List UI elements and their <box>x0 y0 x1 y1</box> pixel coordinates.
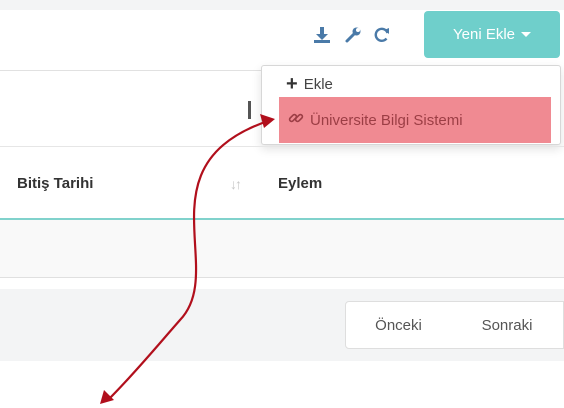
annotation-arrow <box>100 114 275 404</box>
arrow-head-top <box>260 114 275 128</box>
